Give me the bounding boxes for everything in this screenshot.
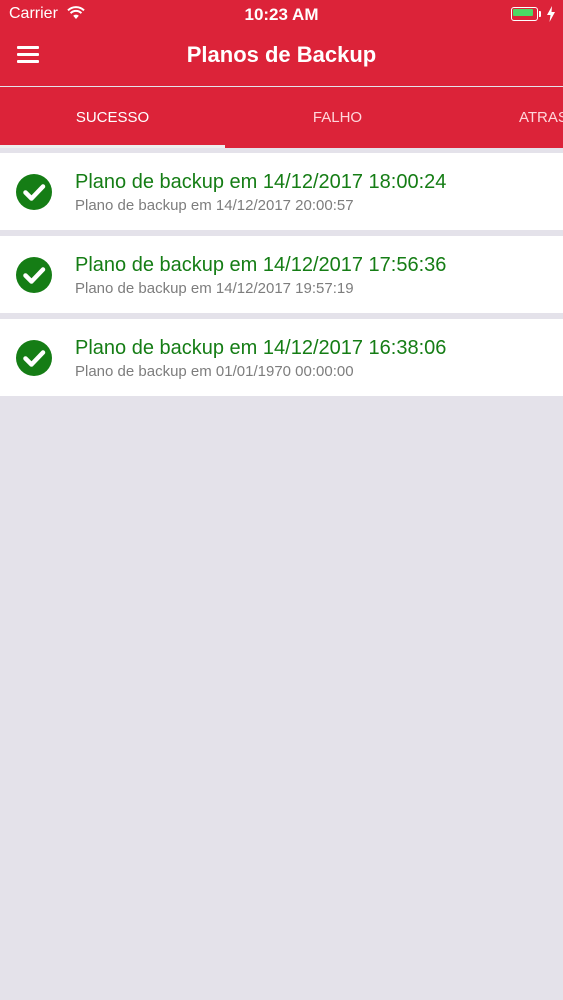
list-item[interactable]: Plano de backup em 14/12/2017 18:00:24 P… xyxy=(0,153,563,230)
tab-falho[interactable]: FALHO xyxy=(225,87,450,148)
page-title: Planos de Backup xyxy=(186,42,377,67)
backup-title: Plano de backup em 14/12/2017 16:38:06 xyxy=(75,337,447,359)
backup-list: Plano de backup em 14/12/2017 18:00:24 P… xyxy=(0,153,563,402)
list-item[interactable]: Plano de backup em 14/12/2017 16:38:06 P… xyxy=(0,319,563,396)
app-header: Carrier 10:23 AM Planos de Backup xyxy=(0,0,563,86)
nav-bar: Planos de Backup xyxy=(0,30,563,86)
backup-subtitle: Plano de backup em 01/01/1970 00:00:00 xyxy=(75,363,354,380)
tab-bar: SUCESSO FALHO ATRASADO xyxy=(0,87,563,148)
charging-bolt-icon xyxy=(547,6,555,22)
active-tab-indicator xyxy=(0,145,225,148)
backup-title: Plano de backup em 14/12/2017 17:56:36 xyxy=(75,254,447,276)
check-circle-icon xyxy=(16,257,52,293)
battery-icon xyxy=(511,7,541,21)
list-item[interactable]: Plano de backup em 14/12/2017 17:56:36 P… xyxy=(0,236,563,313)
status-time: 10:23 AM xyxy=(244,5,319,24)
backup-subtitle: Plano de backup em 14/12/2017 20:00:57 xyxy=(75,197,354,214)
check-circle-icon xyxy=(16,174,52,210)
tab-atrasado[interactable]: ATRASADO xyxy=(450,87,563,148)
tab-sucesso[interactable]: SUCESSO xyxy=(0,87,225,148)
check-circle-icon xyxy=(16,340,52,376)
status-bar: Carrier 10:23 AM xyxy=(0,0,563,30)
backup-subtitle: Plano de backup em 14/12/2017 19:57:19 xyxy=(75,280,354,297)
backup-title: Plano de backup em 14/12/2017 18:00:24 xyxy=(75,171,447,193)
